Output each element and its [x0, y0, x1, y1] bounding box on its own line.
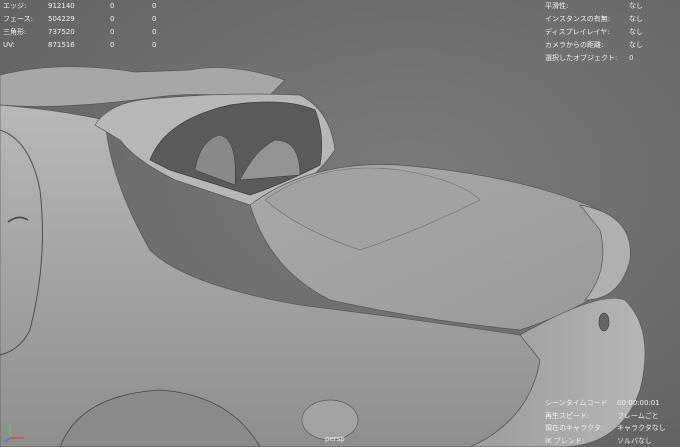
tail-light [598, 312, 610, 332]
hud-label: 選択したオブジェクト: [545, 53, 618, 62]
hud-value: 0 [629, 53, 634, 62]
hud-label: IK ブレンド: [545, 436, 585, 445]
hud-label: 三角形: [3, 27, 27, 36]
hud-value: 871516 [48, 40, 75, 49]
hud-value: 737520 [48, 27, 75, 36]
hud-value: フレームごと [617, 411, 659, 420]
hud-label: シーンタイムコード [545, 399, 608, 408]
car-rear-model [0, 66, 646, 447]
poly-count-hud: エッジ: 912140 0 0 フェース: 504229 0 0 三角形: 73… [3, 0, 172, 51]
hud-value: 0 [152, 27, 157, 36]
hud-row-edges: エッジ: 912140 0 0 [3, 0, 172, 13]
hud-value: 912140 [48, 2, 75, 11]
hud-value: 0 [110, 40, 115, 49]
hud-row: シーンタイムコード 00:00:00:01 [545, 397, 677, 410]
playback-hud: シーンタイムコード 00:00:00:01 再生スピード: フレームごと 現在の… [545, 397, 677, 447]
axis-gizmo-icon [4, 424, 24, 443]
hud-label: ディスプレイレイヤ: [545, 27, 610, 36]
maya-viewport[interactable]: エッジ: 912140 0 0 フェース: 504229 0 0 三角形: 73… [0, 0, 680, 447]
hud-label: 再生スピード: [545, 411, 590, 420]
object-details-hud: 平滑性: なし インスタンスの有無: なし ディスプレイレイヤ: なし カメラか… [545, 0, 669, 64]
hud-value: キャラクタなし [617, 424, 666, 433]
hud-row-triangles: 三角形: 737520 0 0 [3, 26, 172, 39]
hud-label: UV: [3, 40, 15, 49]
hud-label: フェース: [3, 15, 34, 24]
hud-row: ディスプレイレイヤ: なし [545, 26, 669, 39]
camera-name-label: persp [325, 435, 345, 443]
hud-label: インスタンスの有無: [545, 15, 611, 24]
hud-row: 選択したオブジェクト: 0 [545, 51, 669, 64]
hud-value: なし [629, 15, 643, 24]
fuel-cap [301, 399, 359, 441]
hud-label: 平滑性: [545, 2, 569, 11]
hud-value: 0 [152, 15, 157, 24]
hud-row: 現在のキャラクタ: キャラクタなし [545, 422, 677, 435]
hud-label: カメラからの距離: [545, 40, 604, 49]
hud-row: 平滑性: なし [545, 0, 669, 13]
hud-value: なし [629, 2, 643, 11]
hud-value: なし [629, 27, 643, 36]
hud-row: IK ブレンド: ソルバなし [545, 435, 677, 447]
hud-value: ソルバなし [617, 436, 652, 445]
hud-row: カメラからの距離: なし [545, 38, 669, 51]
hud-value: 504229 [48, 15, 75, 24]
hud-row: 再生スピード: フレームごと [545, 410, 677, 423]
hud-label: 現在のキャラクタ: [545, 424, 604, 433]
hud-label: エッジ: [3, 2, 27, 11]
hud-row: インスタンスの有無: なし [545, 13, 669, 26]
hud-value: 0 [152, 40, 157, 49]
hud-value: 00:00:00:01 [617, 399, 660, 408]
hud-value: 0 [110, 27, 115, 36]
hud-row-uvs: UV: 871516 0 0 [3, 38, 172, 51]
hud-value: 0 [152, 2, 157, 11]
hud-value: 0 [110, 15, 115, 24]
hud-row-faces: フェース: 504229 0 0 [3, 13, 172, 26]
hud-value: 0 [110, 2, 115, 11]
hud-value: なし [629, 40, 643, 49]
